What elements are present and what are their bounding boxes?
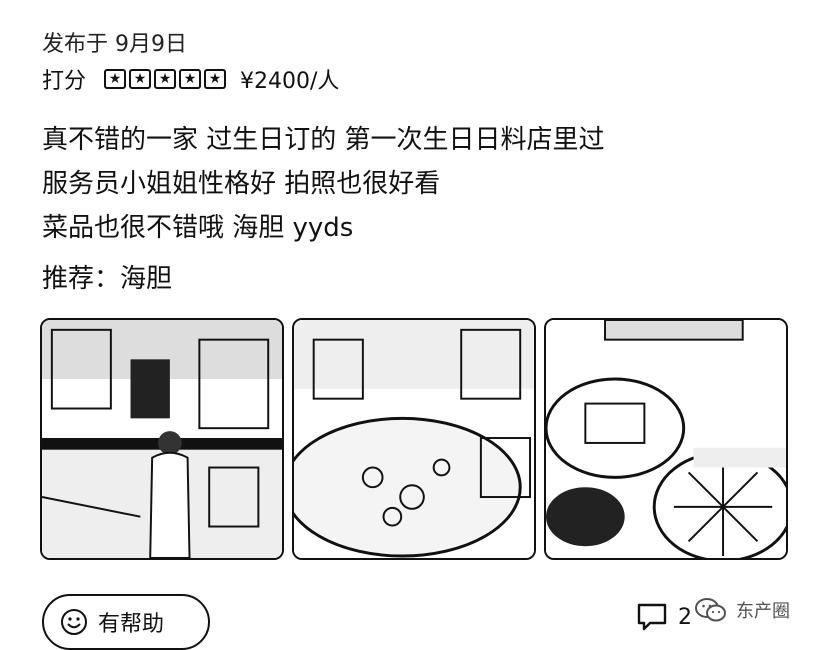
review-line: 服务员小姐姐性格好 拍照也很好看	[42, 169, 441, 199]
photo-grid	[40, 318, 788, 560]
dish-platter-photo	[294, 320, 534, 558]
star-icon: ★	[154, 69, 177, 89]
helpful-button[interactable]: 有帮助	[42, 594, 210, 650]
review-text: 真不错的一家 过生日订的 第一次生日日料店里过 服务员小姐姐性格好 拍照也很好看…	[42, 118, 605, 250]
watermark: 东产圈	[694, 596, 790, 624]
watermark-text: 东产圈	[736, 601, 790, 622]
wechat-icon	[695, 598, 726, 622]
photo-sea-urchin-dish[interactable]	[544, 318, 788, 560]
star-icon: ★	[204, 69, 227, 89]
star-icon: ★	[104, 69, 127, 89]
photo-dish-platter[interactable]	[292, 318, 536, 560]
star-icon: ★	[179, 69, 202, 89]
photo-restaurant-interior[interactable]	[40, 318, 284, 560]
sea-urchin-dish-photo	[546, 320, 786, 558]
rating-row: 打分 ★ ★ ★ ★ ★ ¥2400/人	[42, 64, 339, 94]
review-line: 菜品也很不错哦 海胆 yyds	[42, 213, 354, 243]
comment-count: 2	[678, 604, 692, 630]
post-date: 发布于 9月9日	[42, 32, 187, 57]
comment-icon	[637, 603, 667, 631]
comment-button[interactable]: 2	[636, 602, 692, 632]
restaurant-interior-photo	[42, 320, 282, 558]
recommend-dish: 推荐：海胆	[42, 264, 173, 294]
price-per-person: ¥2400/人	[240, 69, 340, 94]
rating-stars: ★ ★ ★ ★ ★	[104, 69, 227, 89]
smile-icon	[61, 609, 87, 635]
helpful-label: 有帮助	[98, 612, 165, 637]
star-icon: ★	[129, 69, 152, 89]
rating-label: 打分	[42, 69, 87, 94]
review-line: 真不错的一家 过生日订的 第一次生日日料店里过	[42, 125, 605, 155]
